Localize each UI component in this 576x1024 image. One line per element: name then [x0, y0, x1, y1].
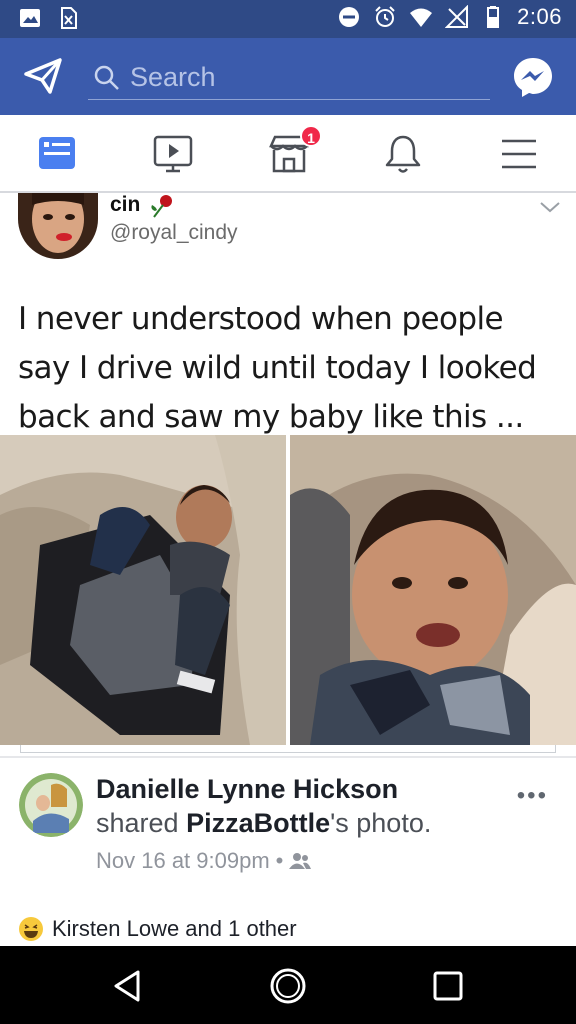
haha-icon	[19, 917, 43, 941]
tab-news-feed[interactable]	[34, 131, 80, 177]
tab-watch[interactable]	[150, 131, 196, 177]
share-action: shared PizzaBottle's photo.	[96, 808, 431, 839]
status-bar: 2:06	[0, 0, 576, 38]
search-input[interactable]	[130, 62, 470, 93]
tab-notifications[interactable]	[380, 131, 426, 177]
author-name[interactable]: Danielle Lynne Hickson	[96, 774, 398, 805]
wifi-icon	[410, 8, 433, 27]
share-action-prefix: shared	[96, 808, 179, 838]
messenger-icon[interactable]	[512, 56, 554, 98]
more-options-icon[interactable]: •••	[517, 782, 548, 810]
rose-icon	[151, 195, 172, 218]
status-time: 2:06	[517, 4, 562, 29]
back-icon[interactable]	[108, 966, 148, 1006]
chevron-down-icon[interactable]	[538, 199, 562, 215]
post-timestamp[interactable]: Nov 16 at 9:09pm •	[96, 848, 312, 874]
battery-icon	[487, 6, 500, 28]
baby-photo-right	[290, 435, 576, 745]
baby-photo-left	[0, 435, 286, 745]
search-icon	[94, 65, 119, 90]
image-frame	[20, 745, 556, 753]
video-icon	[153, 135, 193, 173]
share-action-suffix: 's photo.	[330, 808, 432, 838]
bell-icon	[385, 135, 421, 173]
tweet-name: cin	[110, 193, 141, 216]
author-avatar[interactable]	[19, 773, 83, 837]
app-header	[0, 38, 576, 115]
reactions-summary[interactable]: Kirsten Lowe and 1 other	[18, 916, 297, 942]
notification-badge: 1	[300, 125, 322, 147]
post-image[interactable]: cin @royal_cindy I never understood when…	[0, 193, 576, 745]
friends-audience-icon	[289, 853, 312, 869]
do-not-disturb-icon	[339, 7, 360, 27]
search-bar[interactable]	[88, 56, 490, 100]
timestamp-text: Nov 16 at 9:09pm	[96, 848, 270, 873]
page-name-link[interactable]: PizzaBottle	[186, 808, 330, 838]
timestamp-separator: •	[275, 848, 284, 873]
tab-menu[interactable]	[496, 131, 542, 177]
recents-icon[interactable]	[428, 966, 468, 1006]
sim-x-icon	[61, 7, 77, 29]
divider	[0, 756, 576, 758]
android-nav-bar	[0, 946, 576, 1024]
hamburger-icon	[502, 139, 536, 169]
home-icon[interactable]	[268, 966, 308, 1006]
tweet-avatar	[18, 193, 98, 259]
reactions-text: Kirsten Lowe and 1 other	[52, 916, 297, 941]
no-signal-icon	[445, 5, 469, 28]
gallery-icon	[20, 9, 40, 27]
news-feed-icon	[39, 137, 75, 169]
tweet-text: I never understood when people say I dri…	[18, 301, 537, 435]
tweet-handle: @royal_cindy	[110, 221, 238, 244]
nav-tabs: 1	[0, 115, 576, 193]
tab-marketplace[interactable]: 1	[266, 125, 322, 177]
paper-plane-icon[interactable]	[24, 58, 62, 94]
alarm-icon	[375, 6, 395, 27]
